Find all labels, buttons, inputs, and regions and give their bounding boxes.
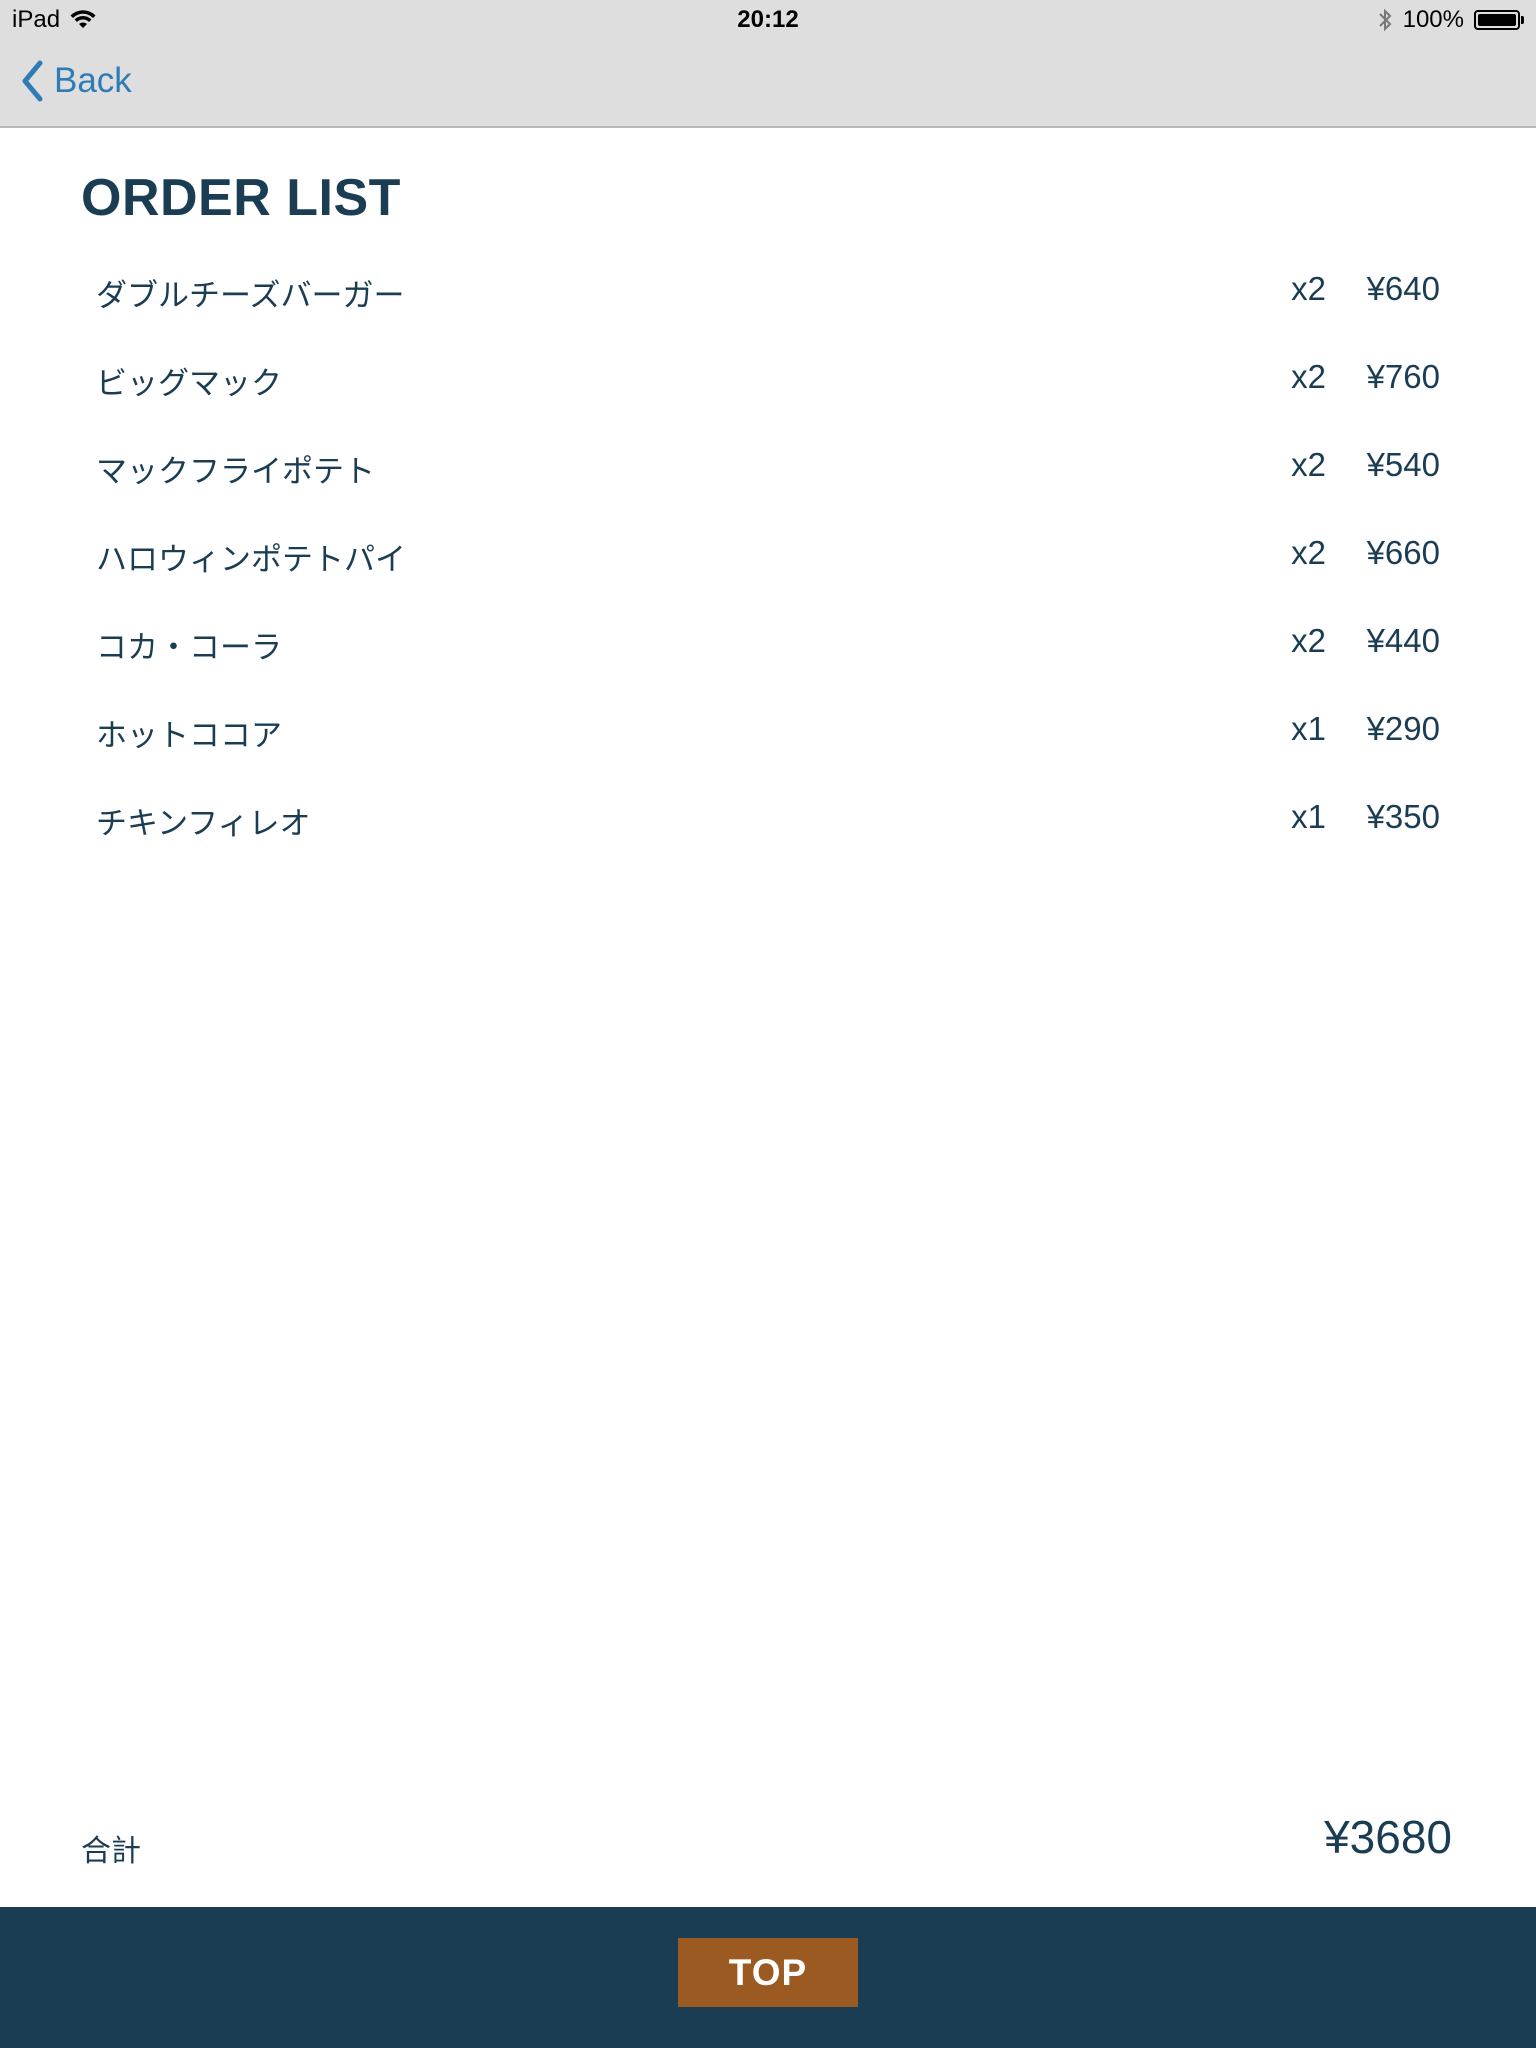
item-quantity: x1	[1291, 798, 1326, 835]
order-list: ダブルチーズバーガー x2 ¥640 ビッグマック x2 ¥760 マックフライ…	[96, 262, 1440, 878]
item-name: マックフライポテト	[96, 454, 375, 490]
item-price: ¥660	[1366, 534, 1440, 571]
item-name: ビッグマック	[96, 366, 282, 402]
item-name: ハロウィンポテトパイ	[96, 542, 406, 578]
back-label: Back	[54, 61, 132, 100]
status-time: 20:12	[737, 6, 799, 33]
item-name: チキンフィレオ	[96, 806, 311, 842]
item-price: ¥540	[1366, 446, 1440, 483]
footer-bar: TOP	[0, 1907, 1536, 2048]
page-title: ORDER LIST	[81, 169, 401, 227]
status-right: 100%	[1377, 6, 1524, 34]
item-price: ¥290	[1366, 710, 1440, 747]
item-quantity: x2	[1291, 446, 1326, 483]
item-price: ¥440	[1366, 622, 1440, 659]
order-row: マックフライポテト x2 ¥540	[96, 438, 1440, 526]
order-row: ビッグマック x2 ¥760	[96, 350, 1440, 438]
order-row: ハロウィンポテトパイ x2 ¥660	[96, 526, 1440, 614]
back-button[interactable]: Back	[20, 60, 132, 102]
order-row: ダブルチーズバーガー x2 ¥640	[96, 262, 1440, 350]
status-bar: iPad 20:12 100%	[0, 0, 1536, 42]
total-value: ¥3680	[1324, 1811, 1452, 1863]
item-price: ¥760	[1366, 358, 1440, 395]
item-name: コカ・コーラ	[96, 630, 282, 666]
order-row: チキンフィレオ x1 ¥350	[96, 790, 1440, 878]
order-row: ホットココア x1 ¥290	[96, 702, 1440, 790]
item-name: ホットココア	[96, 718, 282, 754]
item-quantity: x1	[1291, 710, 1326, 747]
nav-bar: Back	[0, 42, 1536, 128]
item-quantity: x2	[1291, 270, 1326, 307]
order-row: コカ・コーラ x2 ¥440	[96, 614, 1440, 702]
item-quantity: x2	[1291, 358, 1326, 395]
bluetooth-icon	[1378, 8, 1392, 32]
item-quantity: x2	[1291, 534, 1326, 571]
item-name: ダブルチーズバーガー	[96, 278, 405, 314]
item-quantity: x2	[1291, 622, 1326, 659]
top-button[interactable]: TOP	[678, 1938, 858, 2007]
battery-percent: 100%	[1402, 6, 1464, 33]
chevron-left-icon	[22, 60, 43, 102]
battery-icon	[1474, 10, 1524, 30]
item-price: ¥350	[1366, 798, 1440, 835]
total-label: 合計	[81, 1834, 141, 1869]
item-price: ¥640	[1366, 270, 1440, 307]
